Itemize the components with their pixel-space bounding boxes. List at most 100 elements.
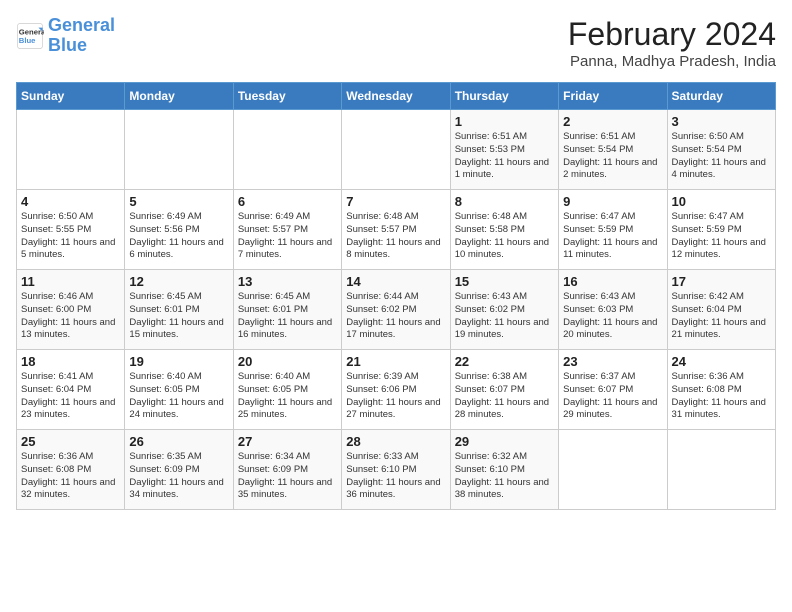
- cell-daylight-info: Sunrise: 6:42 AM Sunset: 6:04 PM Dayligh…: [672, 291, 771, 342]
- cell-daylight-info: Sunrise: 6:48 AM Sunset: 5:57 PM Dayligh…: [346, 211, 445, 262]
- column-header-wednesday: Wednesday: [342, 83, 450, 110]
- column-header-saturday: Saturday: [667, 83, 775, 110]
- calendar-cell: 17 Sunrise: 6:42 AM Sunset: 6:04 PM Dayli…: [667, 270, 775, 350]
- cell-day-number: 16: [563, 274, 662, 289]
- week-row-4: 18 Sunrise: 6:41 AM Sunset: 6:04 PM Dayli…: [17, 350, 776, 430]
- calendar-cell: 22Sunrise: 6:38 AM Sunset: 6:07 PM Dayli…: [450, 350, 558, 430]
- cell-day-number: 18: [21, 354, 120, 369]
- calendar-title: February 2024: [568, 16, 776, 53]
- title-block: February 2024 Panna, Madhya Pradesh, Ind…: [568, 16, 776, 70]
- cell-day-number: 20: [238, 354, 337, 369]
- cell-daylight-info: Sunrise: 6:45 AM Sunset: 6:01 PM Dayligh…: [129, 291, 228, 342]
- logo: General Blue GeneralBlue: [16, 16, 115, 56]
- cell-day-number: 5: [129, 194, 228, 209]
- cell-day-number: 22: [455, 354, 554, 369]
- cell-daylight-info: Sunrise: 6:46 AM Sunset: 6:00 PM Dayligh…: [21, 291, 120, 342]
- calendar-cell: [667, 430, 775, 510]
- cell-day-number: 17: [672, 274, 771, 289]
- calendar-body: 1 Sunrise: 6:51 AM Sunset: 5:53 PM Daylig…: [17, 110, 776, 510]
- cell-day-number: 15: [455, 274, 554, 289]
- calendar-cell: 1 Sunrise: 6:51 AM Sunset: 5:53 PM Daylig…: [450, 110, 558, 190]
- cell-daylight-info: Sunrise: 6:41 AM Sunset: 6:04 PM Dayligh…: [21, 371, 120, 422]
- week-row-5: 25Sunrise: 6:36 AM Sunset: 6:08 PM Dayli…: [17, 430, 776, 510]
- cell-daylight-info: Sunrise: 6:49 AM Sunset: 5:57 PM Dayligh…: [238, 211, 337, 262]
- calendar-cell: 9Sunrise: 6:47 AM Sunset: 5:59 PM Daylig…: [559, 190, 667, 270]
- calendar-cell: 24Sunrise: 6:36 AM Sunset: 6:08 PM Dayli…: [667, 350, 775, 430]
- cell-day-number: 4: [21, 194, 120, 209]
- calendar-cell: 5Sunrise: 6:49 AM Sunset: 5:56 PM Daylig…: [125, 190, 233, 270]
- cell-daylight-info: Sunrise: 6:40 AM Sunset: 6:05 PM Dayligh…: [238, 371, 337, 422]
- calendar-cell: 8 Sunrise: 6:48 AM Sunset: 5:58 PM Daylig…: [450, 190, 558, 270]
- calendar-cell: 27 Sunrise: 6:34 AM Sunset: 6:09 PM Dayli…: [233, 430, 341, 510]
- cell-day-number: 14: [346, 274, 445, 289]
- week-row-3: 11 Sunrise: 6:46 AM Sunset: 6:00 PM Dayli…: [17, 270, 776, 350]
- cell-daylight-info: Sunrise: 6:35 AM Sunset: 6:09 PM Dayligh…: [129, 451, 228, 502]
- calendar-cell: 28Sunrise: 6:33 AM Sunset: 6:10 PM Dayli…: [342, 430, 450, 510]
- cell-day-number: 6: [238, 194, 337, 209]
- cell-day-number: 2: [563, 114, 662, 129]
- cell-day-number: 8: [455, 194, 554, 209]
- logo-icon: General Blue: [16, 22, 44, 50]
- calendar-cell: [233, 110, 341, 190]
- cell-daylight-info: Sunrise: 6:48 AM Sunset: 5:58 PM Dayligh…: [455, 211, 554, 262]
- cell-day-number: 9: [563, 194, 662, 209]
- cell-day-number: 27: [238, 434, 337, 449]
- calendar-cell: 6 Sunrise: 6:49 AM Sunset: 5:57 PM Daylig…: [233, 190, 341, 270]
- column-header-tuesday: Tuesday: [233, 83, 341, 110]
- calendar-cell: 21 Sunrise: 6:39 AM Sunset: 6:06 PM Dayli…: [342, 350, 450, 430]
- cell-daylight-info: Sunrise: 6:37 AM Sunset: 6:07 PM Dayligh…: [563, 371, 662, 422]
- cell-daylight-info: Sunrise: 6:32 AM Sunset: 6:10 PM Dayligh…: [455, 451, 554, 502]
- cell-day-number: 24: [672, 354, 771, 369]
- calendar-cell: 19 Sunrise: 6:40 AM Sunset: 6:05 PM Dayli…: [125, 350, 233, 430]
- calendar-table: SundayMondayTuesdayWednesdayThursdayFrid…: [16, 82, 776, 510]
- cell-daylight-info: Sunrise: 6:51 AM Sunset: 5:53 PM Dayligh…: [455, 131, 554, 182]
- calendar-cell: 26 Sunrise: 6:35 AM Sunset: 6:09 PM Dayli…: [125, 430, 233, 510]
- cell-daylight-info: Sunrise: 6:51 AM Sunset: 5:54 PM Dayligh…: [563, 131, 662, 182]
- cell-daylight-info: Sunrise: 6:47 AM Sunset: 5:59 PM Dayligh…: [672, 211, 771, 262]
- cell-day-number: 19: [129, 354, 228, 369]
- cell-day-number: 12: [129, 274, 228, 289]
- cell-daylight-info: Sunrise: 6:34 AM Sunset: 6:09 PM Dayligh…: [238, 451, 337, 502]
- calendar-cell: [559, 430, 667, 510]
- column-header-sunday: Sunday: [17, 83, 125, 110]
- cell-daylight-info: Sunrise: 6:50 AM Sunset: 5:54 PM Dayligh…: [672, 131, 771, 182]
- cell-day-number: 7: [346, 194, 445, 209]
- column-header-thursday: Thursday: [450, 83, 558, 110]
- cell-day-number: 21: [346, 354, 445, 369]
- calendar-cell: [125, 110, 233, 190]
- calendar-cell: 29Sunrise: 6:32 AM Sunset: 6:10 PM Dayli…: [450, 430, 558, 510]
- calendar-cell: 2 Sunrise: 6:51 AM Sunset: 5:54 PM Daylig…: [559, 110, 667, 190]
- header-row: SundayMondayTuesdayWednesdayThursdayFrid…: [17, 83, 776, 110]
- calendar-cell: 15 Sunrise: 6:43 AM Sunset: 6:02 PM Dayli…: [450, 270, 558, 350]
- calendar-cell: 23 Sunrise: 6:37 AM Sunset: 6:07 PM Dayli…: [559, 350, 667, 430]
- cell-day-number: 25: [21, 434, 120, 449]
- cell-daylight-info: Sunrise: 6:45 AM Sunset: 6:01 PM Dayligh…: [238, 291, 337, 342]
- column-header-friday: Friday: [559, 83, 667, 110]
- svg-text:Blue: Blue: [19, 36, 36, 45]
- cell-daylight-info: Sunrise: 6:33 AM Sunset: 6:10 PM Dayligh…: [346, 451, 445, 502]
- calendar-subtitle: Panna, Madhya Pradesh, India: [568, 53, 776, 70]
- cell-daylight-info: Sunrise: 6:43 AM Sunset: 6:02 PM Dayligh…: [455, 291, 554, 342]
- calendar-cell: 7 Sunrise: 6:48 AM Sunset: 5:57 PM Daylig…: [342, 190, 450, 270]
- calendar-cell: [17, 110, 125, 190]
- cell-daylight-info: Sunrise: 6:39 AM Sunset: 6:06 PM Dayligh…: [346, 371, 445, 422]
- cell-daylight-info: Sunrise: 6:43 AM Sunset: 6:03 PM Dayligh…: [563, 291, 662, 342]
- calendar-header: SundayMondayTuesdayWednesdayThursdayFrid…: [17, 83, 776, 110]
- calendar-cell: 25Sunrise: 6:36 AM Sunset: 6:08 PM Dayli…: [17, 430, 125, 510]
- cell-day-number: 23: [563, 354, 662, 369]
- cell-day-number: 13: [238, 274, 337, 289]
- cell-day-number: 26: [129, 434, 228, 449]
- calendar-cell: 3Sunrise: 6:50 AM Sunset: 5:54 PM Daylig…: [667, 110, 775, 190]
- calendar-cell: 16 Sunrise: 6:43 AM Sunset: 6:03 PM Dayli…: [559, 270, 667, 350]
- week-row-1: 1 Sunrise: 6:51 AM Sunset: 5:53 PM Daylig…: [17, 110, 776, 190]
- column-header-monday: Monday: [125, 83, 233, 110]
- logo-text: GeneralBlue: [48, 16, 115, 56]
- cell-daylight-info: Sunrise: 6:40 AM Sunset: 6:05 PM Dayligh…: [129, 371, 228, 422]
- calendar-cell: 13 Sunrise: 6:45 AM Sunset: 6:01 PM Dayli…: [233, 270, 341, 350]
- week-row-2: 4Sunrise: 6:50 AM Sunset: 5:55 PM Daylig…: [17, 190, 776, 270]
- cell-day-number: 11: [21, 274, 120, 289]
- page-header: General Blue GeneralBlue February 2024 P…: [16, 16, 776, 70]
- calendar-cell: 20 Sunrise: 6:40 AM Sunset: 6:05 PM Dayli…: [233, 350, 341, 430]
- calendar-cell: 18 Sunrise: 6:41 AM Sunset: 6:04 PM Dayli…: [17, 350, 125, 430]
- cell-day-number: 1: [455, 114, 554, 129]
